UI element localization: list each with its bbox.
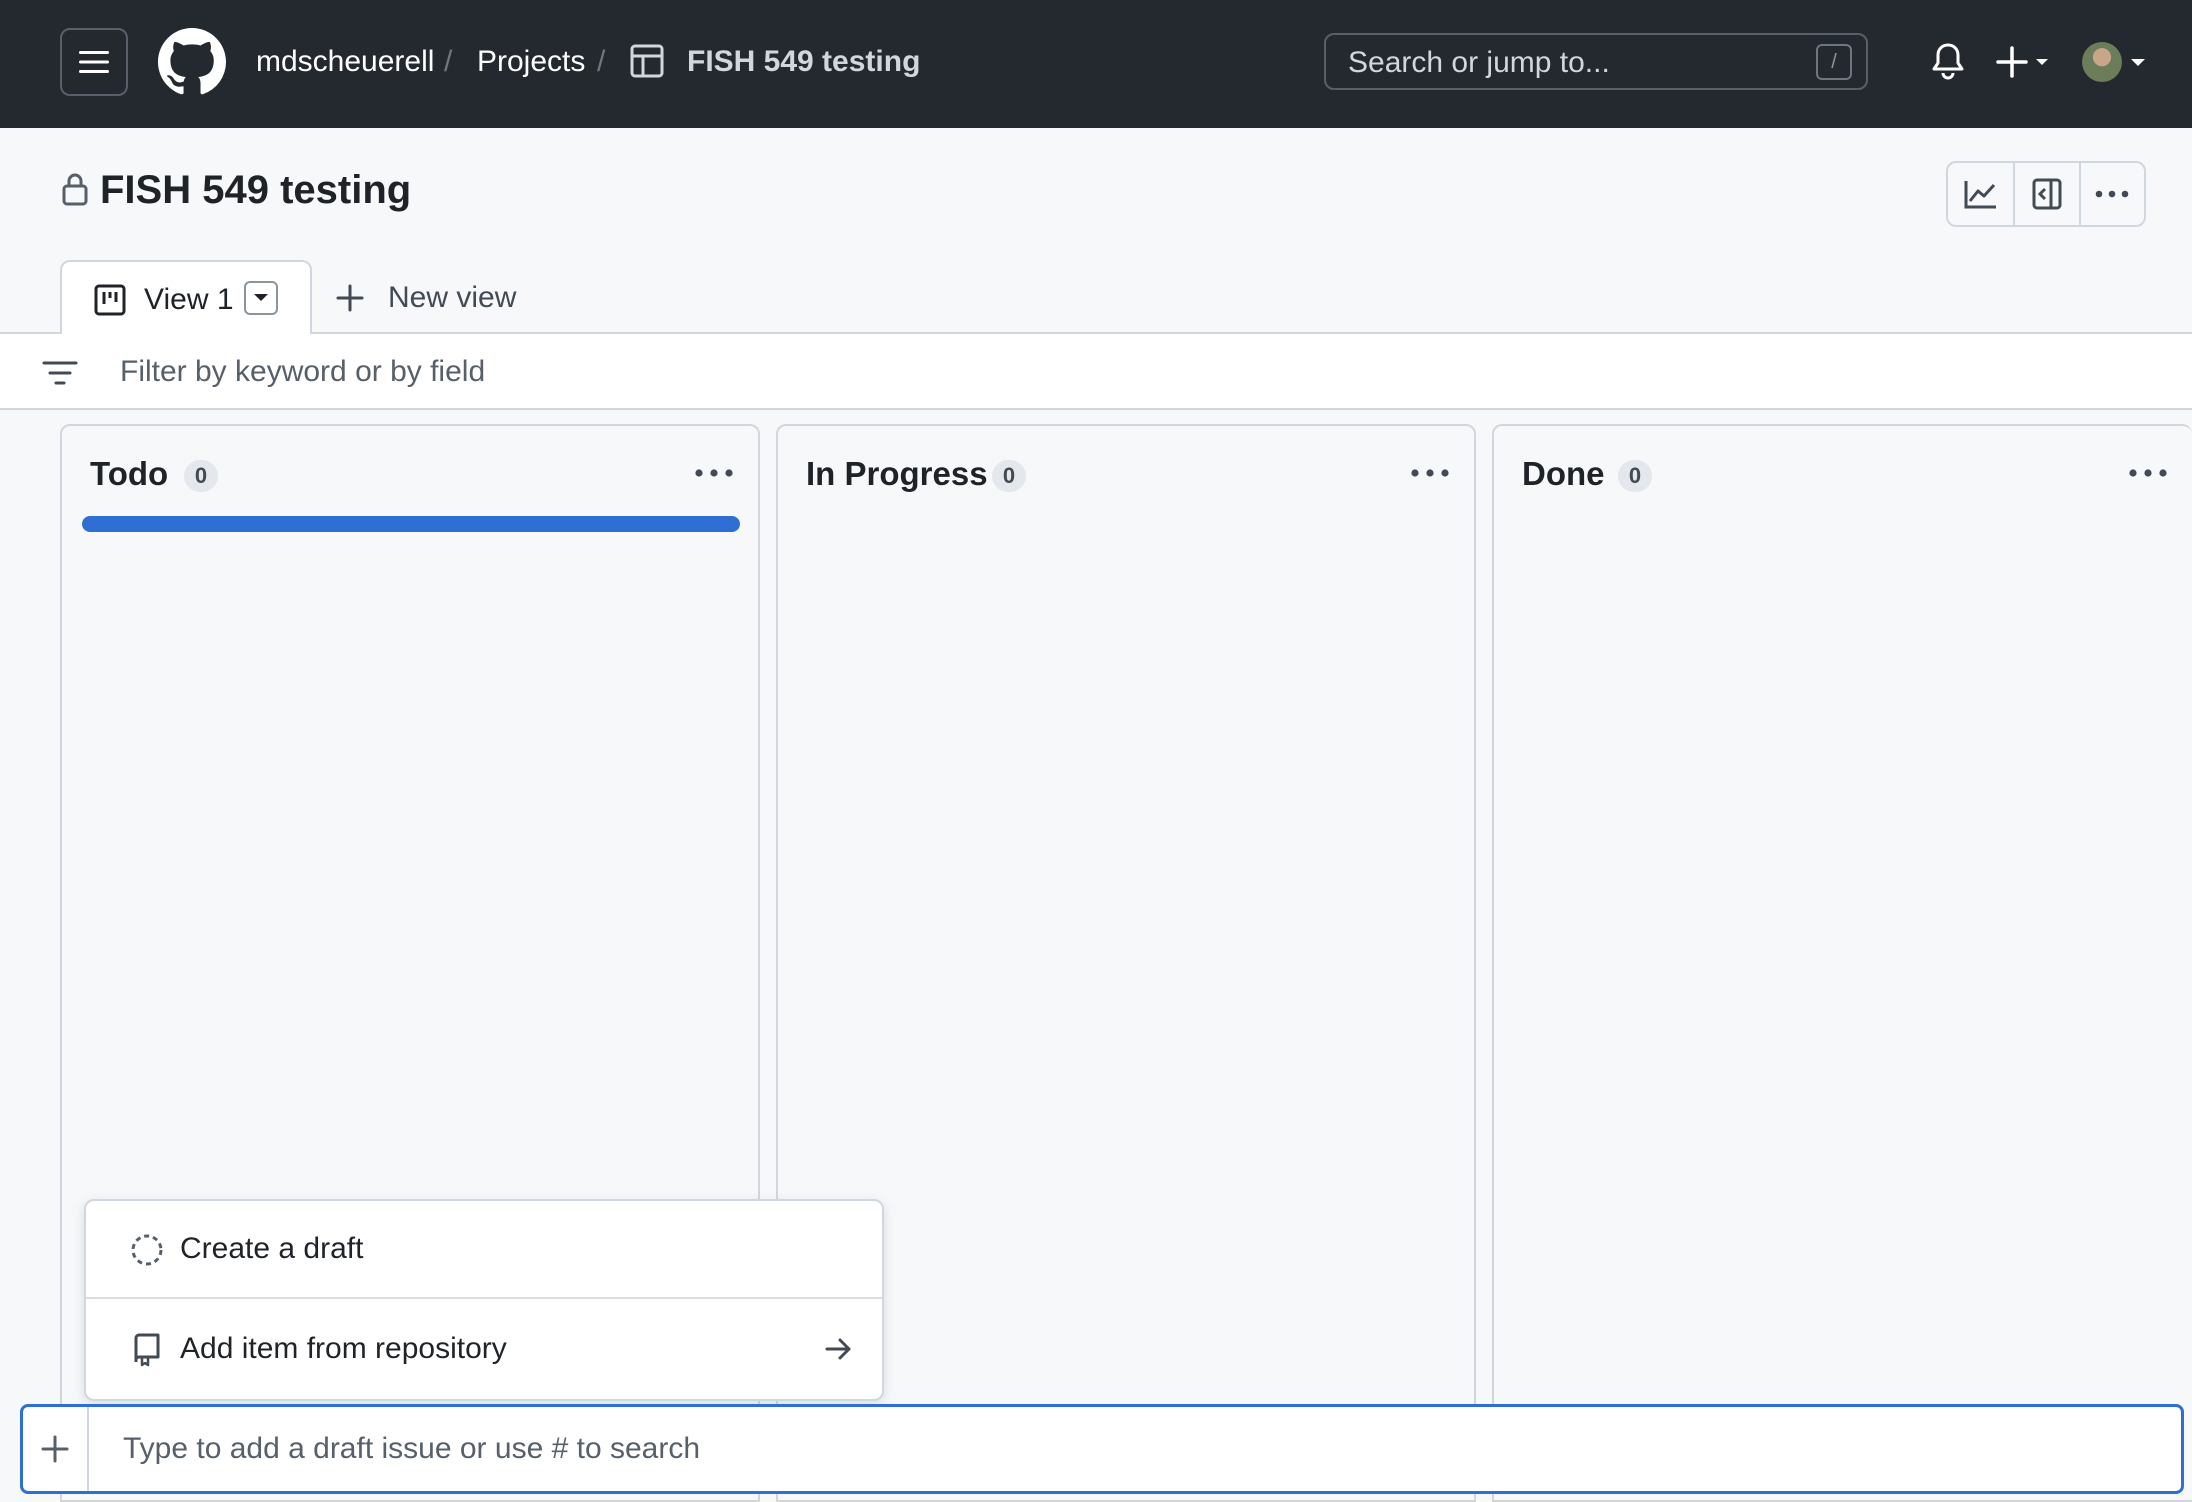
divider [87, 1407, 89, 1491]
plus-icon[interactable] [39, 1433, 71, 1465]
project-board-icon [94, 284, 126, 316]
triangle-down-icon [254, 294, 268, 301]
hamburger-menu-button[interactable] [60, 28, 128, 96]
project-more-options-button[interactable] [2078, 163, 2144, 225]
draft-issue-icon [130, 1233, 164, 1267]
insights-button[interactable] [1948, 163, 2013, 225]
search-box[interactable]: Search or jump to... / [1324, 33, 1868, 90]
breadcrumb-separator: / [597, 45, 606, 78]
column-options-button[interactable] [2128, 466, 2168, 480]
menu-item-label: Add item from repository [180, 1332, 507, 1365]
search-shortcut-key: / [1816, 44, 1852, 80]
breadcrumb-owner-link[interactable]: mdscheuerell [256, 44, 434, 80]
chevron-down-icon [2131, 59, 2145, 66]
column-count-badge: 0 [184, 460, 218, 492]
repo-icon [130, 1333, 164, 1367]
notifications-bell-icon[interactable] [1930, 42, 1966, 82]
user-menu[interactable] [2082, 42, 2148, 82]
graph-icon [1964, 181, 1996, 209]
new-view-button[interactable]: New view [336, 280, 516, 316]
column-count-badge: 0 [992, 460, 1026, 492]
kebab-horizontal-icon [1411, 469, 1449, 477]
menu-item-label: Create a draft [180, 1232, 364, 1265]
filter-bar[interactable]: Filter by keyword or by field [0, 332, 2192, 410]
column-title: Done [1522, 455, 1605, 492]
column-drop-indicator [82, 516, 740, 532]
project-actions-group [1946, 161, 2146, 227]
plus-icon [1996, 46, 2048, 78]
kebab-horizontal-icon [2096, 190, 2129, 198]
kebab-horizontal-icon [2129, 469, 2167, 477]
draft-issue-input[interactable] [123, 1425, 2123, 1473]
create-new-dropdown[interactable] [1996, 44, 2052, 80]
plus-icon [336, 284, 364, 312]
column-title: Todo [90, 455, 169, 492]
tab-label: View 1 [144, 283, 234, 316]
board-column-done: Done 0 [1492, 424, 2192, 1502]
sidebar-expand-icon [2032, 178, 2062, 210]
top-header: mdscheuerell / Projects / FISH 549 testi… [0, 0, 2192, 128]
add-from-repository-menu-item[interactable]: Add item from repository [86, 1301, 882, 1399]
column-count-badge: 0 [1618, 460, 1652, 492]
create-draft-menu-item[interactable]: Create a draft [86, 1201, 882, 1299]
kebab-horizontal-icon [695, 469, 733, 477]
github-logo-icon[interactable] [158, 28, 226, 96]
add-item-menu: Create a draft Add item from repository [84, 1199, 884, 1401]
filter-input[interactable]: Filter by keyword or by field [120, 354, 485, 390]
breadcrumb-separator: / [444, 45, 453, 78]
toggle-side-panel-button[interactable] [2013, 163, 2078, 225]
table-icon [630, 44, 664, 78]
breadcrumb-project-link[interactable]: FISH 549 testing [687, 44, 920, 80]
new-view-label: New view [388, 281, 517, 314]
column-options-button[interactable] [694, 466, 734, 480]
column-title: In Progress [806, 455, 988, 492]
tab-view-1[interactable]: View 1 [60, 260, 312, 334]
lock-icon [62, 172, 88, 206]
search-placeholder: Search or jump to... [1348, 46, 1610, 79]
page-title: FISH 549 testing [100, 168, 412, 212]
avatar [2082, 42, 2122, 82]
arrow-right-icon [824, 1335, 852, 1363]
breadcrumb-projects-link[interactable]: Projects [477, 44, 585, 80]
filter-icon [42, 360, 78, 386]
add-item-bar [20, 1404, 2184, 1494]
column-options-button[interactable] [1410, 466, 1450, 480]
view-options-button[interactable] [244, 281, 278, 315]
hamburger-icon [79, 51, 109, 73]
